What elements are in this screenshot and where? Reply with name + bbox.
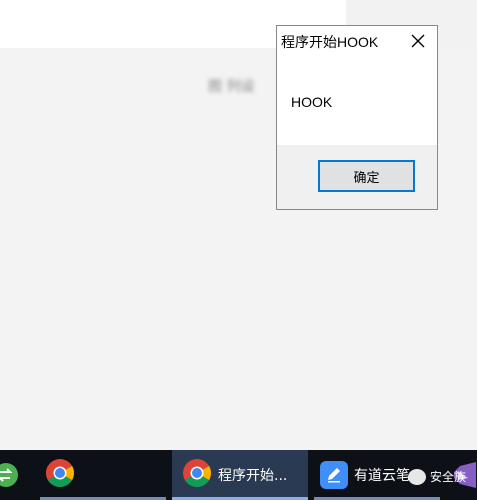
- taskbar-item-label: 有道云笔: [354, 468, 410, 484]
- taskbar-item-chrome-1[interactable]: [40, 450, 166, 500]
- dialog-footer: 确定: [277, 145, 437, 209]
- dialog-title: 程序开始HOOK: [281, 34, 379, 50]
- chrome-icon: [45, 458, 75, 492]
- taskbar-item-chrome-2[interactable]: 程序开始...: [172, 450, 308, 500]
- ok-button[interactable]: 确定: [318, 160, 415, 192]
- watermark: 安全族: [408, 468, 466, 485]
- taskbar-app-green[interactable]: [0, 450, 22, 500]
- dialog-message: HOOK: [291, 94, 333, 110]
- watermark-text: 安全族: [430, 470, 467, 484]
- youdao-note-icon: [320, 461, 348, 489]
- chrome-icon: [182, 458, 212, 492]
- green-app-icon: [0, 463, 18, 487]
- message-box-dialog: 程序开始HOOK HOOK 确定: [276, 25, 438, 210]
- background-blurred-text: 图 列设: [208, 79, 255, 95]
- close-icon: [411, 34, 425, 48]
- wechat-icon: [408, 468, 426, 485]
- taskbar-item-label: 程序开始...: [218, 468, 288, 484]
- close-button[interactable]: [407, 30, 429, 52]
- taskbar: 程序开始... 有道云笔: [0, 450, 477, 500]
